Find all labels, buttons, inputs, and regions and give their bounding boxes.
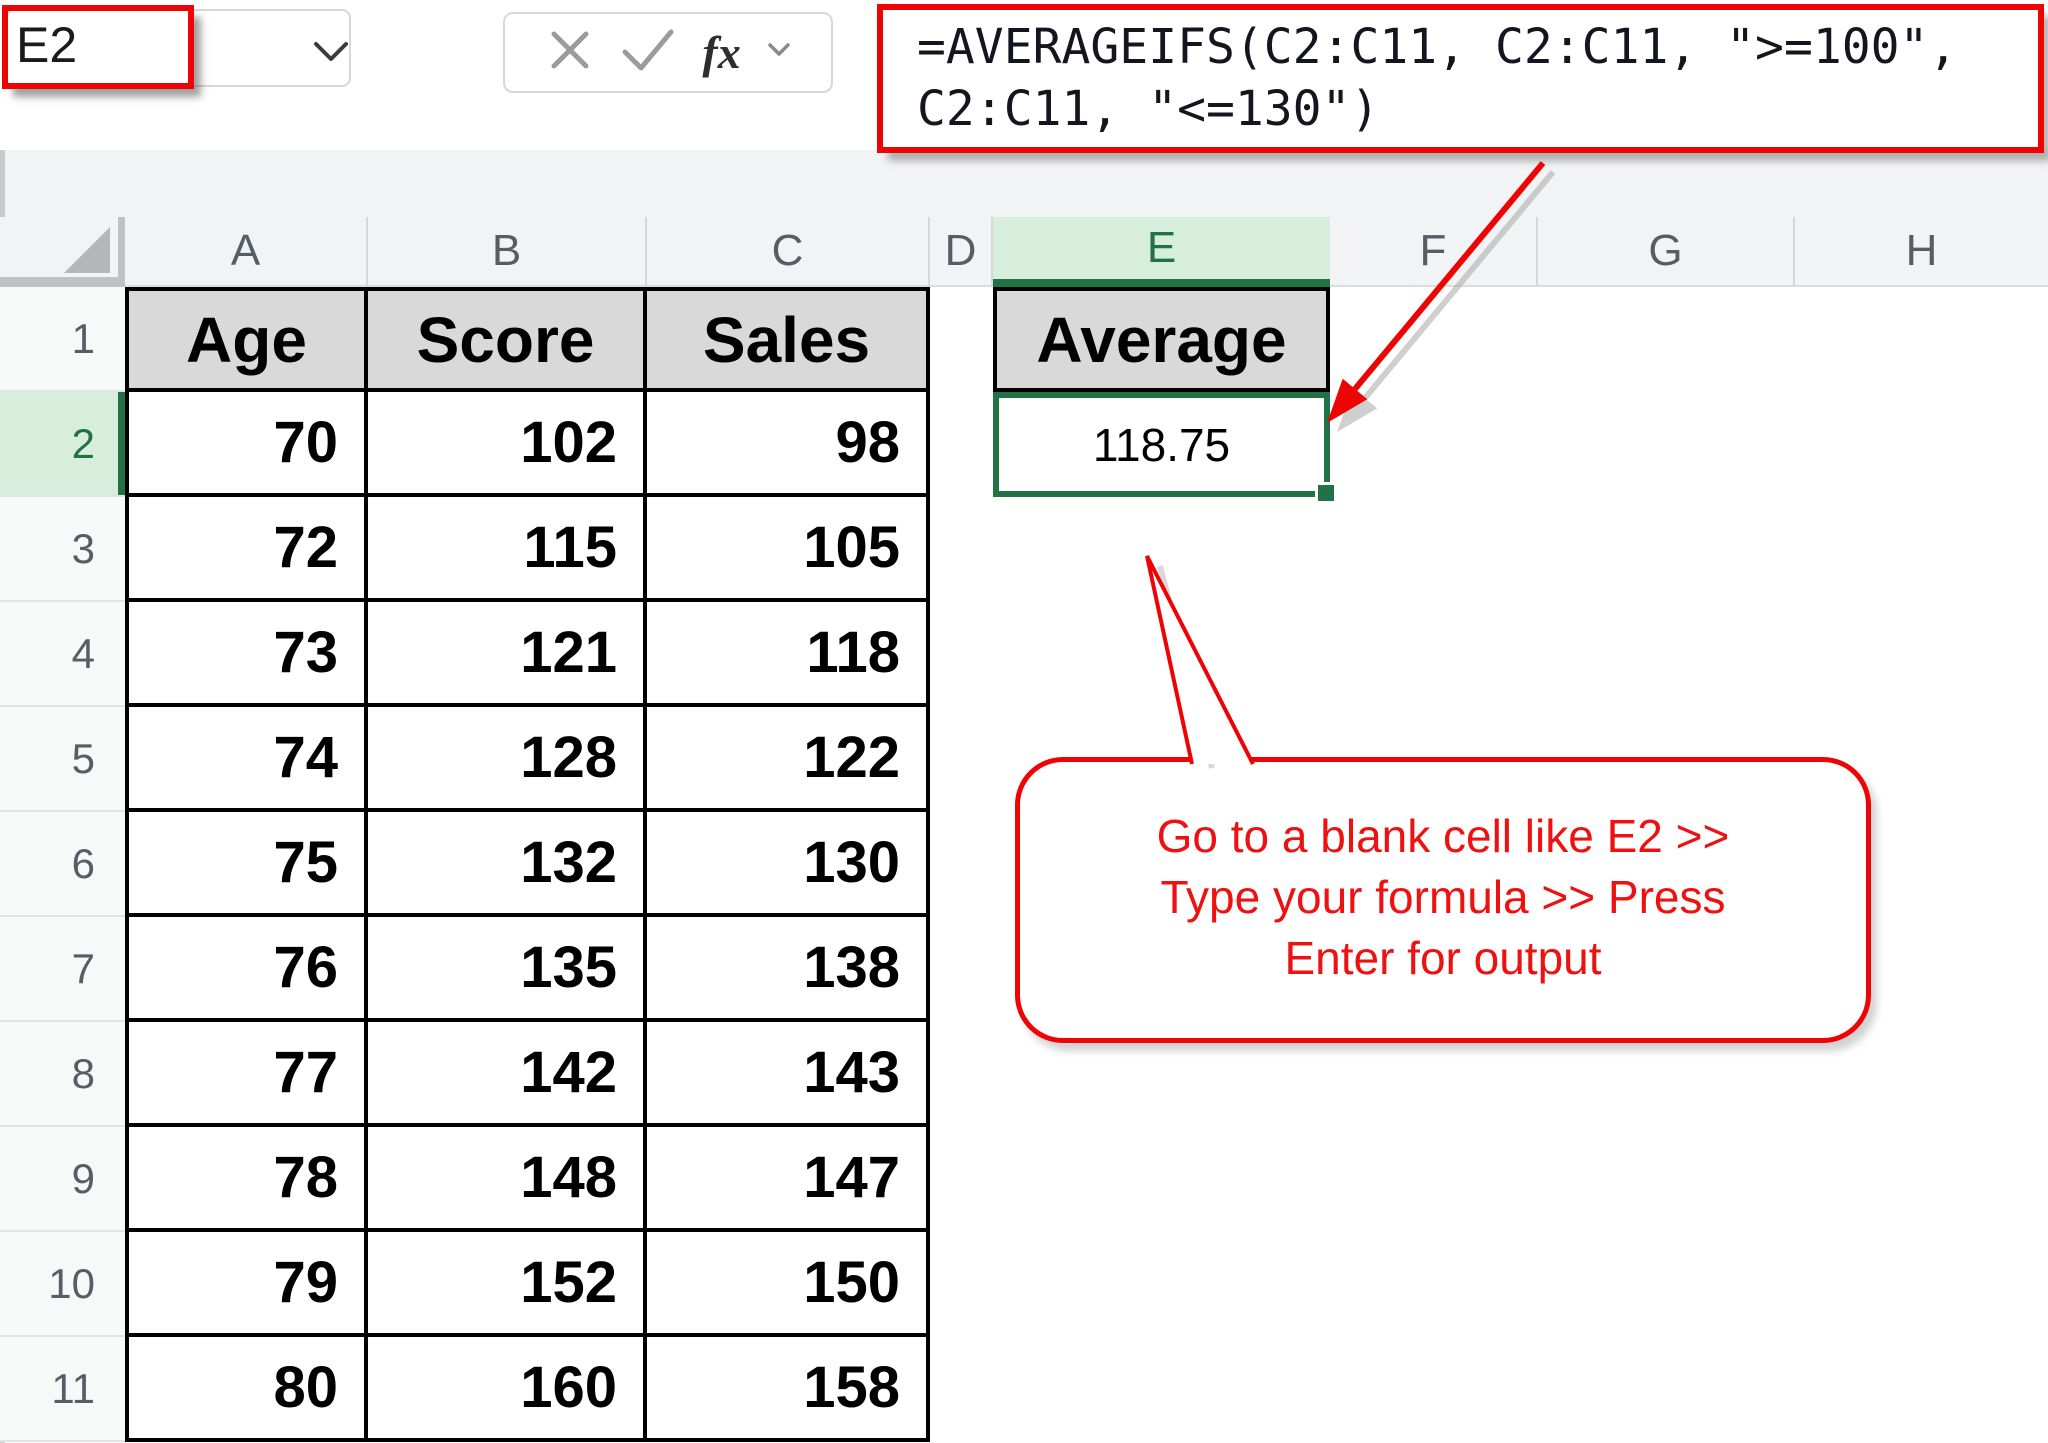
cell-B4[interactable]: 121 <box>368 602 647 707</box>
row-header-11[interactable]: 11 <box>0 1337 125 1442</box>
cell-B11[interactable]: 160 <box>368 1337 647 1442</box>
cell-C4[interactable]: 118 <box>647 602 930 707</box>
cell-A8[interactable]: 77 <box>125 1022 368 1127</box>
row-header-2-selected[interactable]: 2 <box>0 392 125 497</box>
cell-C11[interactable]: 158 <box>647 1337 930 1442</box>
cell-C6[interactable]: 130 <box>647 812 930 917</box>
formula-toolbar: E2 fx =AVERAGEIFS(C2:C11, C2:C11, ">=100… <box>0 0 2048 150</box>
row-header-5[interactable]: 5 <box>0 707 125 812</box>
cell-B5[interactable]: 128 <box>368 707 647 812</box>
formula-buttons-group: fx <box>503 12 833 93</box>
cell-A10[interactable]: 79 <box>125 1232 368 1337</box>
sheet-background-band <box>0 150 2048 217</box>
callout-line-3: Enter for output <box>1284 928 1601 989</box>
row-header-4[interactable]: 4 <box>0 602 125 707</box>
formula-bar[interactable]: =AVERAGEIFS(C2:C11, C2:C11, ">=100", C2:… <box>877 4 2044 153</box>
cell-B7[interactable]: 135 <box>368 917 647 1022</box>
fill-handle[interactable] <box>1315 482 1337 504</box>
cell-C1[interactable]: Sales <box>647 287 930 392</box>
cell-A9[interactable]: 78 <box>125 1127 368 1232</box>
row-header-10[interactable]: 10 <box>0 1232 125 1337</box>
cell-A1[interactable]: Age <box>125 287 368 392</box>
cell-A6[interactable]: 75 <box>125 812 368 917</box>
cell-C7[interactable]: 138 <box>647 917 930 1022</box>
col-header-A[interactable]: A <box>125 217 368 287</box>
cancel-icon[interactable] <box>546 26 594 79</box>
insert-function-icon[interactable]: fx <box>702 26 740 79</box>
instruction-callout: Go to a blank cell like E2 >> Type your … <box>1015 757 1871 1043</box>
cell-B9[interactable]: 148 <box>368 1127 647 1232</box>
row-header-1[interactable]: 1 <box>0 287 125 392</box>
cell-B1[interactable]: Score <box>368 287 647 392</box>
formula-line-2: C2:C11, "<=130") <box>917 78 2038 140</box>
row-header-3[interactable]: 3 <box>0 497 125 602</box>
row-header-9[interactable]: 9 <box>0 1127 125 1232</box>
cell-E1[interactable]: Average <box>993 287 1330 392</box>
col-header-D[interactable]: D <box>930 217 993 287</box>
function-dropdown-icon[interactable] <box>768 43 790 62</box>
col-header-C[interactable]: C <box>647 217 930 287</box>
cell-A5[interactable]: 74 <box>125 707 368 812</box>
cell-C8[interactable]: 143 <box>647 1022 930 1127</box>
name-box-value[interactable]: E2 <box>16 12 186 78</box>
name-box-dropdown-icon[interactable] <box>313 41 349 68</box>
cell-C9[interactable]: 147 <box>647 1127 930 1232</box>
formula-line-1: =AVERAGEIFS(C2:C11, C2:C11, ">=100", <box>917 16 2038 78</box>
select-all-triangle-icon <box>64 227 110 273</box>
cell-E2-value: 118.75 <box>1093 418 1230 472</box>
col-header-H[interactable]: H <box>1795 217 2048 287</box>
cell-C5[interactable]: 122 <box>647 707 930 812</box>
cell-C3[interactable]: 105 <box>647 497 930 602</box>
select-all-corner[interactable] <box>0 217 125 287</box>
row-header-8[interactable]: 8 <box>0 1022 125 1127</box>
col-header-B[interactable]: B <box>368 217 647 287</box>
row-header-7[interactable]: 7 <box>0 917 125 1022</box>
callout-line-1: Go to a blank cell like E2 >> <box>1157 806 1730 867</box>
row-header-6[interactable]: 6 <box>0 812 125 917</box>
col-header-F[interactable]: F <box>1330 217 1538 287</box>
cell-B8[interactable]: 142 <box>368 1022 647 1127</box>
col-header-E-selected[interactable]: E <box>993 217 1330 287</box>
cell-A7[interactable]: 76 <box>125 917 368 1022</box>
cell-A4[interactable]: 73 <box>125 602 368 707</box>
cell-C10[interactable]: 150 <box>647 1232 930 1337</box>
cell-C2[interactable]: 98 <box>647 392 930 497</box>
cell-E2-selected[interactable]: 118.75 <box>993 392 1330 497</box>
col-header-G[interactable]: G <box>1538 217 1795 287</box>
cell-B10[interactable]: 152 <box>368 1232 647 1337</box>
callout-line-2: Type your formula >> Press <box>1160 867 1725 928</box>
cell-B2[interactable]: 102 <box>368 392 647 497</box>
enter-check-icon[interactable] <box>621 28 675 77</box>
cell-A3[interactable]: 72 <box>125 497 368 602</box>
cell-A2[interactable]: 70 <box>125 392 368 497</box>
cell-A11[interactable]: 80 <box>125 1337 368 1442</box>
cell-B3[interactable]: 115 <box>368 497 647 602</box>
cell-B6[interactable]: 132 <box>368 812 647 917</box>
